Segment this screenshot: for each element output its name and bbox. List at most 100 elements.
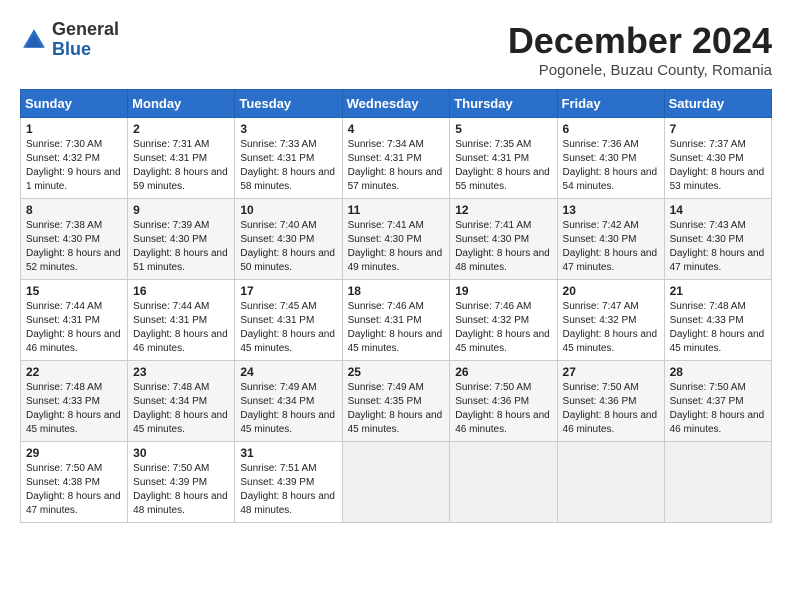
day-daylight: Daylight: 8 hours and 46 minutes. bbox=[670, 410, 765, 435]
title-block: December 2024 Pogonele, Buzau County, Ro… bbox=[508, 20, 772, 79]
day-daylight: Daylight: 8 hours and 45 minutes. bbox=[563, 329, 658, 354]
day-sunrise: Sunrise: 7:30 AM bbox=[26, 139, 102, 150]
day-sunset: Sunset: 4:39 PM bbox=[240, 477, 314, 488]
day-sunset: Sunset: 4:35 PM bbox=[348, 396, 422, 407]
day-sunset: Sunset: 4:30 PM bbox=[563, 234, 637, 245]
day-daylight: Daylight: 8 hours and 48 minutes. bbox=[133, 491, 228, 516]
day-number: 19 bbox=[455, 284, 551, 298]
day-sunset: Sunset: 4:30 PM bbox=[26, 234, 100, 245]
day-number: 23 bbox=[133, 365, 229, 379]
day-number: 30 bbox=[133, 446, 229, 460]
weekday-header-thursday: Thursday bbox=[450, 90, 557, 118]
calendar-cell: 30 Sunrise: 7:50 AM Sunset: 4:39 PM Dayl… bbox=[128, 442, 235, 523]
day-daylight: Daylight: 8 hours and 46 minutes. bbox=[133, 329, 228, 354]
day-number: 20 bbox=[563, 284, 659, 298]
day-number: 28 bbox=[670, 365, 766, 379]
calendar-cell: 4 Sunrise: 7:34 AM Sunset: 4:31 PM Dayli… bbox=[342, 118, 450, 199]
day-sunset: Sunset: 4:30 PM bbox=[670, 153, 744, 164]
day-daylight: Daylight: 8 hours and 49 minutes. bbox=[348, 248, 443, 273]
day-daylight: Daylight: 8 hours and 45 minutes. bbox=[240, 410, 335, 435]
day-sunset: Sunset: 4:33 PM bbox=[670, 315, 744, 326]
day-sunset: Sunset: 4:38 PM bbox=[26, 477, 100, 488]
day-sunset: Sunset: 4:32 PM bbox=[26, 153, 100, 164]
logo: General Blue bbox=[20, 20, 119, 60]
calendar-week-row: 15 Sunrise: 7:44 AM Sunset: 4:31 PM Dayl… bbox=[21, 280, 772, 361]
day-number: 16 bbox=[133, 284, 229, 298]
day-daylight: Daylight: 8 hours and 46 minutes. bbox=[26, 329, 121, 354]
day-daylight: Daylight: 8 hours and 46 minutes. bbox=[563, 410, 658, 435]
calendar-cell: 11 Sunrise: 7:41 AM Sunset: 4:30 PM Dayl… bbox=[342, 199, 450, 280]
day-sunrise: Sunrise: 7:36 AM bbox=[563, 139, 639, 150]
day-sunrise: Sunrise: 7:41 AM bbox=[455, 220, 531, 231]
calendar-cell bbox=[664, 442, 771, 523]
day-sunrise: Sunrise: 7:50 AM bbox=[133, 463, 209, 474]
calendar-cell: 2 Sunrise: 7:31 AM Sunset: 4:31 PM Dayli… bbox=[128, 118, 235, 199]
day-sunrise: Sunrise: 7:50 AM bbox=[455, 382, 531, 393]
day-sunset: Sunset: 4:30 PM bbox=[455, 234, 529, 245]
calendar-cell: 29 Sunrise: 7:50 AM Sunset: 4:38 PM Dayl… bbox=[21, 442, 128, 523]
day-daylight: Daylight: 8 hours and 53 minutes. bbox=[670, 167, 765, 192]
logo-blue: Blue bbox=[52, 40, 119, 60]
day-daylight: Daylight: 8 hours and 52 minutes. bbox=[26, 248, 121, 273]
calendar-week-row: 22 Sunrise: 7:48 AM Sunset: 4:33 PM Dayl… bbox=[21, 361, 772, 442]
day-number: 13 bbox=[563, 203, 659, 217]
day-daylight: Daylight: 8 hours and 45 minutes. bbox=[348, 329, 443, 354]
day-sunset: Sunset: 4:30 PM bbox=[133, 234, 207, 245]
weekday-header-friday: Friday bbox=[557, 90, 664, 118]
calendar-cell: 28 Sunrise: 7:50 AM Sunset: 4:37 PM Dayl… bbox=[664, 361, 771, 442]
day-number: 22 bbox=[26, 365, 122, 379]
day-sunset: Sunset: 4:33 PM bbox=[26, 396, 100, 407]
day-sunset: Sunset: 4:31 PM bbox=[348, 153, 422, 164]
day-sunrise: Sunrise: 7:48 AM bbox=[133, 382, 209, 393]
day-sunrise: Sunrise: 7:35 AM bbox=[455, 139, 531, 150]
day-number: 6 bbox=[563, 122, 659, 136]
weekday-header-monday: Monday bbox=[128, 90, 235, 118]
day-sunset: Sunset: 4:32 PM bbox=[455, 315, 529, 326]
day-sunrise: Sunrise: 7:42 AM bbox=[563, 220, 639, 231]
weekday-header-sunday: Sunday bbox=[21, 90, 128, 118]
day-sunrise: Sunrise: 7:39 AM bbox=[133, 220, 209, 231]
calendar-cell: 21 Sunrise: 7:48 AM Sunset: 4:33 PM Dayl… bbox=[664, 280, 771, 361]
day-sunset: Sunset: 4:31 PM bbox=[133, 153, 207, 164]
day-sunrise: Sunrise: 7:40 AM bbox=[240, 220, 316, 231]
calendar-cell: 16 Sunrise: 7:44 AM Sunset: 4:31 PM Dayl… bbox=[128, 280, 235, 361]
calendar-cell: 13 Sunrise: 7:42 AM Sunset: 4:30 PM Dayl… bbox=[557, 199, 664, 280]
day-sunrise: Sunrise: 7:46 AM bbox=[348, 301, 424, 312]
day-number: 24 bbox=[240, 365, 336, 379]
day-daylight: Daylight: 8 hours and 47 minutes. bbox=[563, 248, 658, 273]
day-sunset: Sunset: 4:31 PM bbox=[348, 315, 422, 326]
weekday-header-saturday: Saturday bbox=[664, 90, 771, 118]
day-number: 17 bbox=[240, 284, 336, 298]
day-sunset: Sunset: 4:37 PM bbox=[670, 396, 744, 407]
logo-icon bbox=[20, 26, 48, 54]
day-sunset: Sunset: 4:31 PM bbox=[455, 153, 529, 164]
day-daylight: Daylight: 8 hours and 57 minutes. bbox=[348, 167, 443, 192]
weekday-header-tuesday: Tuesday bbox=[235, 90, 342, 118]
day-number: 31 bbox=[240, 446, 336, 460]
day-sunrise: Sunrise: 7:48 AM bbox=[26, 382, 102, 393]
day-daylight: Daylight: 8 hours and 54 minutes. bbox=[563, 167, 658, 192]
calendar-cell: 9 Sunrise: 7:39 AM Sunset: 4:30 PM Dayli… bbox=[128, 199, 235, 280]
calendar-cell: 20 Sunrise: 7:47 AM Sunset: 4:32 PM Dayl… bbox=[557, 280, 664, 361]
calendar-cell: 15 Sunrise: 7:44 AM Sunset: 4:31 PM Dayl… bbox=[21, 280, 128, 361]
day-number: 7 bbox=[670, 122, 766, 136]
day-number: 11 bbox=[348, 203, 445, 217]
day-daylight: Daylight: 8 hours and 51 minutes. bbox=[133, 248, 228, 273]
calendar-cell bbox=[342, 442, 450, 523]
day-sunset: Sunset: 4:31 PM bbox=[26, 315, 100, 326]
day-sunrise: Sunrise: 7:51 AM bbox=[240, 463, 316, 474]
calendar-cell: 25 Sunrise: 7:49 AM Sunset: 4:35 PM Dayl… bbox=[342, 361, 450, 442]
day-number: 15 bbox=[26, 284, 122, 298]
day-sunrise: Sunrise: 7:33 AM bbox=[240, 139, 316, 150]
calendar-cell: 26 Sunrise: 7:50 AM Sunset: 4:36 PM Dayl… bbox=[450, 361, 557, 442]
day-number: 4 bbox=[348, 122, 445, 136]
calendar-cell: 6 Sunrise: 7:36 AM Sunset: 4:30 PM Dayli… bbox=[557, 118, 664, 199]
day-sunset: Sunset: 4:31 PM bbox=[240, 315, 314, 326]
day-daylight: Daylight: 8 hours and 45 minutes. bbox=[133, 410, 228, 435]
day-sunrise: Sunrise: 7:46 AM bbox=[455, 301, 531, 312]
day-number: 25 bbox=[348, 365, 445, 379]
day-sunset: Sunset: 4:39 PM bbox=[133, 477, 207, 488]
day-number: 1 bbox=[26, 122, 122, 136]
day-sunrise: Sunrise: 7:38 AM bbox=[26, 220, 102, 231]
day-number: 9 bbox=[133, 203, 229, 217]
